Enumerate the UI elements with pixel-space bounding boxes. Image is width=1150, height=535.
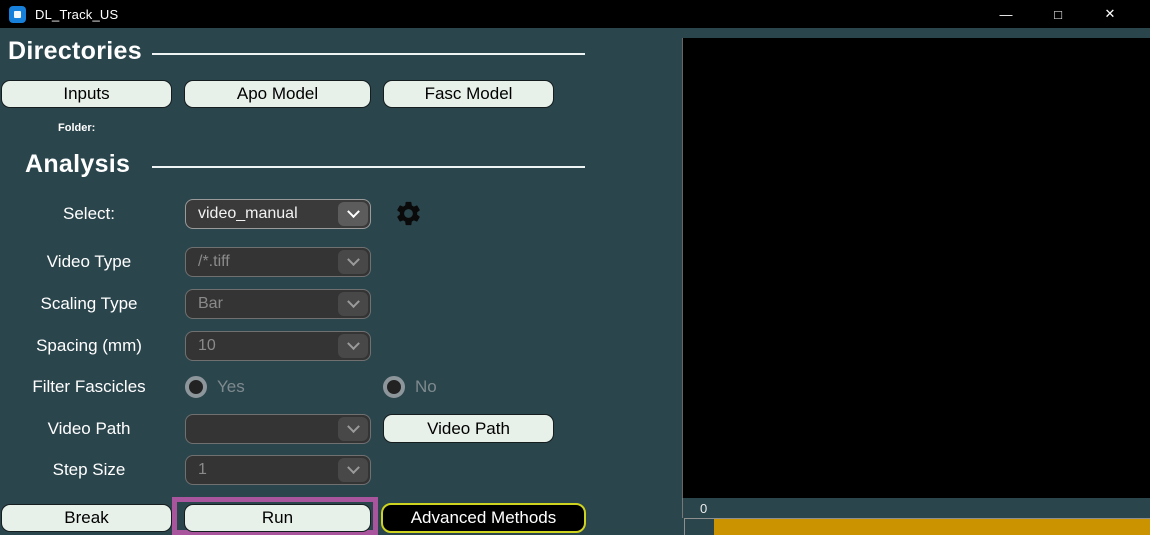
filter-yes-radio-label: Yes bbox=[217, 377, 245, 396]
video-type-dropdown[interactable]: /*.tiff bbox=[185, 247, 371, 277]
apo-model-button[interactable]: Apo Model bbox=[184, 80, 371, 108]
chevron-down-icon bbox=[338, 458, 368, 482]
video-path-dropdown[interactable] bbox=[185, 414, 371, 444]
select-dropdown[interactable]: video_manual bbox=[185, 199, 371, 229]
break-button[interactable]: Break bbox=[1, 504, 172, 532]
minimize-button[interactable]: — bbox=[980, 0, 1032, 28]
advanced-methods-button[interactable]: Advanced Methods bbox=[381, 503, 586, 533]
analysis-divider bbox=[152, 166, 585, 168]
app-logo-icon bbox=[9, 5, 26, 23]
progress-bar bbox=[684, 518, 1150, 535]
window-controls: — □ ✕ bbox=[980, 0, 1136, 28]
video-type-dropdown-value: /*.tiff bbox=[198, 253, 230, 270]
video-type-label: Video Type bbox=[46, 252, 132, 271]
spacing-label: Spacing (mm) bbox=[36, 336, 142, 355]
scaling-type-dropdown-value: Bar bbox=[198, 295, 223, 312]
filter-no-radio[interactable] bbox=[383, 376, 405, 398]
chevron-down-icon bbox=[338, 334, 368, 358]
step-size-label: Step Size bbox=[52, 460, 126, 479]
spacing-dropdown-value: 10 bbox=[198, 337, 216, 354]
progress-bar-empty-segment bbox=[685, 519, 714, 535]
directories-heading: Directories bbox=[8, 37, 142, 65]
select-label: Select: bbox=[63, 204, 115, 223]
video-path-label: Video Path bbox=[47, 419, 131, 438]
directories-divider bbox=[152, 53, 585, 55]
scaling-type-label: Scaling Type bbox=[40, 294, 138, 313]
progress-value-label: 0 bbox=[700, 501, 708, 516]
scaling-type-dropdown[interactable]: Bar bbox=[185, 289, 371, 319]
chevron-down-icon bbox=[338, 292, 368, 316]
window-title: DL_Track_US bbox=[35, 6, 119, 22]
chevron-down-icon bbox=[338, 250, 368, 274]
filter-yes-radio[interactable] bbox=[185, 376, 207, 398]
inputs-button[interactable]: Inputs bbox=[1, 80, 172, 108]
progress-label-row: 0 bbox=[682, 498, 1150, 518]
fasc-model-button[interactable]: Fasc Model bbox=[383, 80, 554, 108]
app-window: DL_Track_US — □ ✕ Directories Inputs Apo… bbox=[0, 0, 1150, 535]
spacing-dropdown[interactable]: 10 bbox=[185, 331, 371, 361]
maximize-button[interactable]: □ bbox=[1032, 0, 1084, 28]
chevron-down-icon bbox=[338, 417, 368, 441]
select-dropdown-value: video_manual bbox=[198, 205, 298, 222]
filter-fascicles-label: Filter Fascicles bbox=[32, 377, 146, 396]
titlebar: DL_Track_US — □ ✕ bbox=[0, 0, 1150, 28]
run-button[interactable]: Run bbox=[184, 504, 371, 532]
close-button[interactable]: ✕ bbox=[1084, 0, 1136, 28]
video-display-area bbox=[682, 38, 1150, 498]
step-size-dropdown-value: 1 bbox=[198, 461, 207, 478]
app-logo-inner-shape bbox=[14, 10, 21, 18]
settings-gear-icon[interactable] bbox=[394, 199, 423, 228]
video-path-button[interactable]: Video Path bbox=[383, 414, 554, 443]
analysis-heading: Analysis bbox=[25, 150, 131, 178]
step-size-dropdown[interactable]: 1 bbox=[185, 455, 371, 485]
chevron-down-icon bbox=[338, 202, 368, 226]
filter-no-radio-label: No bbox=[415, 377, 437, 396]
folder-label: Folder: bbox=[58, 122, 96, 134]
